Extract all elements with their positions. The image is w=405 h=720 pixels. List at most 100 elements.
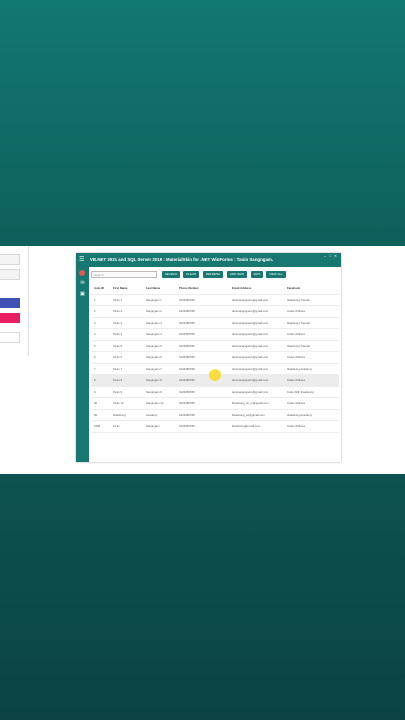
view-all-button[interactable]: VIEW ALL <box>266 271 286 278</box>
table-cell: taninsangngam1@gmail.com <box>232 355 269 359</box>
table-cell: 8 <box>94 378 96 382</box>
table-cell: Tanin 2 <box>113 309 123 313</box>
clear-button[interactable]: CLEAR <box>183 271 199 278</box>
window-title: VB.NET 2021 and SQL Server 2019 : Materi… <box>90 257 274 262</box>
col-facebook[interactable]: Facebook <box>287 283 300 293</box>
table-cell: Coder Afrikora <box>287 332 305 336</box>
table-cell: Ibasskung Tutorial <box>287 297 310 302</box>
table-cell: 0123456789 <box>179 389 195 394</box>
table-cell: 5 <box>94 343 96 348</box>
table-cell: Tanin 1 <box>113 297 123 302</box>
table-row[interactable]: 66 Ibasskung Academy 0123456789 ibasskung_ac… <box>91 410 339 421</box>
table-row[interactable]: 2 Tanin 2 Sangngam 2 0123456789 taninsangnga… <box>91 306 339 318</box>
table-row[interactable]: 3 Tanin 3 Sangngam 3 0123456789 taninsangnga… <box>91 318 339 329</box>
table-cell: taninsangngam1@gmail.com <box>232 332 269 336</box>
table-cell: Sangngam 4 <box>146 332 162 336</box>
table-cell: Sangngam 7 <box>146 366 162 371</box>
table-row[interactable]: 4 Tanin 4 Sangngam 4 0123456789 taninsangnga… <box>91 329 339 341</box>
refresh-button[interactable]: REFRESH <box>203 271 223 278</box>
table-cell: 0123456789 <box>179 320 195 325</box>
table-cell: Coder Afrikora <box>287 309 305 313</box>
table-row[interactable]: 1083 Tanin Sangngam 0123456789 ibasskung@ema… <box>91 421 339 433</box>
home-icon[interactable] <box>79 270 85 276</box>
col-last-name[interactable]: Last Name <box>146 283 160 293</box>
table-row[interactable]: 6 Tanin 6 Sangngam 6 0123456789 taninsangnga… <box>91 352 339 364</box>
table-cell: Code With Ibasskung <box>287 389 314 394</box>
table-cell: Coder Afrikora <box>287 355 305 359</box>
table-cell: Sangngam 3 <box>146 320 162 325</box>
table-cell: taninsangngam1@gmail.com <box>232 309 269 313</box>
table-cell: 0123456789 <box>179 401 195 405</box>
col-auto-id[interactable]: Auto ID <box>94 283 104 293</box>
table-row[interactable]: 9 Tanin 9 Sangngam 9 0123456789 taninsangnga… <box>91 387 339 398</box>
table-cell: Tanin <box>113 424 120 428</box>
table-cell: Tanin 9 <box>113 389 123 394</box>
table-cell: 6 <box>94 355 96 359</box>
table-cell: Coder Afrikora <box>287 401 305 405</box>
col-phone-number[interactable]: Phone Number <box>179 283 199 293</box>
table-cell: Ibasskung <box>113 412 126 417</box>
table-cell: Tanin 3 <box>113 320 123 325</box>
table-cell: Sangngam 6 <box>146 355 162 359</box>
table-cell: 9 <box>94 389 96 394</box>
table-cell: Ibasskung Academy <box>287 412 313 417</box>
table-cell: Sangngam 9 <box>146 389 162 394</box>
search-button[interactable]: SEARCH <box>162 271 180 278</box>
contacts-table: Auto ID First Name Last Name Phone Numbe… <box>91 283 339 433</box>
table-header: Auto ID First Name Last Name Phone Numbe… <box>91 283 339 295</box>
table-cell: 1083 <box>94 424 101 428</box>
app-window: ☰ VB.NET 2021 and SQL Server 2019 : Mate… <box>76 253 341 462</box>
search-input[interactable]: Search <box>91 271 157 278</box>
table-cell: 0123456789 <box>179 309 195 313</box>
table-cell: 0123456789 <box>179 297 195 302</box>
table-row[interactable]: 5 Tanin 5 Sangngam 5 0123456789 taninsangnga… <box>91 341 339 352</box>
table-cell: ibasskung_ac@gmail.com <box>232 412 265 417</box>
table-cell: Sangngam 2 <box>146 309 162 313</box>
table-cell: taninsangngam1@gmail.com <box>232 297 269 302</box>
edit-button[interactable]: EDIT <box>251 271 263 278</box>
table-cell: Academy <box>146 412 158 417</box>
table-cell: 0123456789 <box>179 412 195 417</box>
table-cell: 0123456789 <box>179 378 195 382</box>
table-cell: Tanin 7 <box>113 366 123 371</box>
table-cell: 0123456789 <box>179 332 195 336</box>
table-cell: ibasskung_ch_m@gmail.com <box>232 401 269 405</box>
table-cell: taninsangngam1@gmail.com <box>232 343 269 348</box>
table-row[interactable]: 40 Tanin 10 Sangngam 10 0123456789 ibasskung… <box>91 398 339 410</box>
table-cell: Coder Afrikora <box>287 378 305 382</box>
table-cell: 1 <box>94 297 96 302</box>
close-icon[interactable]: ✕ <box>334 254 337 258</box>
hamburger-icon[interactable]: ☰ <box>79 257 84 263</box>
table-cell: 0123456789 <box>179 366 195 371</box>
add-new-button[interactable]: ADD NEW <box>227 271 247 278</box>
table-cell: Ibasskung Academy <box>287 366 313 371</box>
table-cell: Tanin 6 <box>113 355 123 359</box>
table-cell: ibasskung@email.com <box>232 424 261 428</box>
table-cell: 40 <box>94 401 98 405</box>
mail-icon[interactable]: ✉ <box>79 280 86 286</box>
table-cell: Ibasskung Tutorial <box>287 320 310 325</box>
title-bar: ☰ VB.NET 2021 and SQL Server 2019 : Mate… <box>76 253 341 267</box>
maximize-icon[interactable]: □ <box>329 254 331 258</box>
table-cell: 4 <box>94 332 96 336</box>
sidebar: ✉ ▣ <box>76 267 89 462</box>
table-cell: Tanin 8 <box>113 378 123 382</box>
minimize-icon[interactable]: – <box>324 254 326 258</box>
table-cell: Sangngam 10 <box>146 401 164 405</box>
settings-icon[interactable]: ▣ <box>79 291 86 297</box>
table-cell: Coder Afrikora <box>287 424 305 428</box>
col-email-address[interactable]: Email Address <box>232 283 251 293</box>
table-cell: taninsangngam1@gmail.com <box>232 366 269 371</box>
table-cell: 2 <box>94 309 96 313</box>
table-cell: Sangngam 5 <box>146 343 162 348</box>
table-row[interactable]: 1 Tanin 1 Sangngam 1 0123456789 taninsangnga… <box>91 295 339 306</box>
table-cell: 0123456789 <box>179 343 195 348</box>
table-cell: Sangngam 8 <box>146 378 162 382</box>
table-cell: taninsangngam1@gmail.com <box>232 389 269 394</box>
table-cell: Sangngam 1 <box>146 297 162 302</box>
table-cell: Tanin 4 <box>113 332 123 336</box>
col-first-name[interactable]: First Name <box>113 283 127 293</box>
table-cell: Ibasskung Tutorial <box>287 343 310 348</box>
table-cell: 66 <box>94 412 98 417</box>
table-cell: Tanin 5 <box>113 343 123 348</box>
